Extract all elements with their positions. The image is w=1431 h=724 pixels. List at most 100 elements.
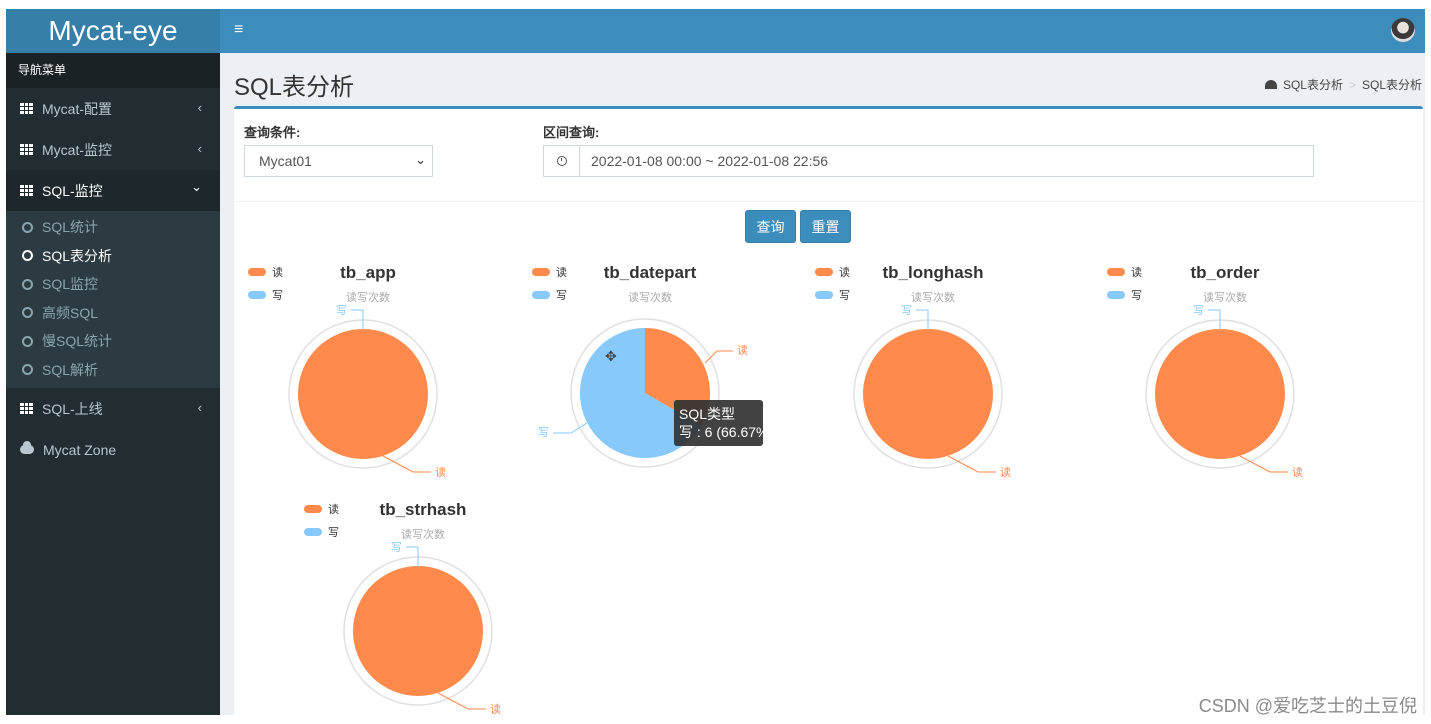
app-window: Mycat-eye 导航菜单 Mycat-配置 ‹ Mycat-监控 ‹ SQL… xyxy=(6,9,1425,715)
range-value: 2022-01-08 00:00 ~ 2022-01-08 22:56 xyxy=(591,153,829,169)
submenu-label: 高频SQL xyxy=(42,304,99,321)
range-label: 区间查询: xyxy=(543,125,600,140)
grid-icon xyxy=(20,144,33,155)
watermark: CSDN @爱吃芝士的土豆倪 xyxy=(1198,696,1417,716)
condition-select[interactable]: Mycat01 ⌄ xyxy=(244,145,433,177)
pie-label-read-line xyxy=(1239,455,1288,473)
chevron-left-icon: ‹ xyxy=(197,100,202,115)
submenu-item-high-freq-sql[interactable]: 高频SQL xyxy=(6,299,220,328)
circle-icon xyxy=(22,278,33,290)
top-navbar: ≡ xyxy=(220,9,1425,53)
submenu-item-sql-monitor[interactable]: SQL监控 xyxy=(6,270,220,299)
legend-swatch xyxy=(304,505,322,513)
grid-icon xyxy=(20,185,33,196)
circle-icon xyxy=(22,221,33,233)
legend-item-read[interactable]: 读 xyxy=(248,264,283,280)
chart-title: tb_app xyxy=(340,263,396,282)
condition-label: 查询条件: xyxy=(244,125,301,140)
pie-chart-tb_longhash[interactable]: 读写 xyxy=(818,284,1038,509)
submenu-label: SQL解析 xyxy=(42,361,99,378)
logo[interactable]: Mycat-eye xyxy=(6,9,220,53)
legend-item-read[interactable]: 读 xyxy=(532,264,567,280)
submenu-sql-monitor: SQL统计 SQL表分析 SQL监控 高频SQL 慢SQL统计 SQL解析 xyxy=(6,211,220,388)
legend-label: 读 xyxy=(328,504,339,516)
dashboard-icon xyxy=(1264,80,1277,89)
legend-label: 读 xyxy=(839,267,850,279)
cloud-icon xyxy=(20,441,34,454)
legend-item-read[interactable]: 读 xyxy=(1107,264,1142,280)
pie-label-read: 读 xyxy=(490,702,501,715)
circle-icon xyxy=(22,307,33,319)
submenu-item-sql-parse[interactable]: SQL解析 xyxy=(6,356,220,385)
menu-item-mycat-zone[interactable]: Mycat Zone xyxy=(6,429,220,470)
reset-button[interactable]: 重置 xyxy=(800,210,851,243)
tooltip-line: 写 : 6 (66.67%) xyxy=(679,424,763,440)
legend-item-read[interactable]: 读 xyxy=(304,501,339,517)
pie-label-write: 写 xyxy=(538,427,549,439)
pie-chart-tb_datepart[interactable]: 读写 xyxy=(535,283,755,508)
chart-title: tb_order xyxy=(1190,263,1260,282)
menu-item-sql-online[interactable]: SQL-上线 ‹ xyxy=(6,388,220,429)
pie-label-read-line xyxy=(382,455,431,473)
breadcrumb: SQL表分析 > SQL表分析 xyxy=(1264,76,1422,93)
legend-swatch xyxy=(1107,268,1125,276)
tooltip-title: SQL类型 xyxy=(679,406,736,422)
chevron-left-icon: ‹ xyxy=(197,400,202,415)
pie-label-read: 读 xyxy=(737,343,748,357)
pie-label-read: 读 xyxy=(435,465,446,479)
pie-chart-tb_order[interactable]: 读写 xyxy=(1110,284,1330,509)
divider xyxy=(234,201,1423,202)
submenu-item-sql-stats[interactable]: SQL统计 xyxy=(6,213,220,242)
user-avatar[interactable] xyxy=(1391,18,1415,42)
grid-icon xyxy=(20,403,33,414)
submenu-item-slow-sql[interactable]: 慢SQL统计 xyxy=(6,327,220,356)
pie-chart-tb_strhash[interactable]: 读写 xyxy=(308,521,528,715)
chart-tooltip: SQL类型 写 : 6 (66.67%) xyxy=(674,400,763,446)
legend-swatch xyxy=(248,268,266,276)
pie-slice-read xyxy=(353,566,483,696)
chart-title: tb_strhash xyxy=(379,500,467,519)
chevron-down-icon: ⌄ xyxy=(191,179,202,194)
select-value: Mycat01 xyxy=(259,153,312,169)
chart-title: tb_longhash xyxy=(882,263,984,282)
grid-icon xyxy=(20,103,33,114)
chevron-down-icon: ⌄ xyxy=(415,152,426,167)
pie-label-read-line xyxy=(437,692,486,710)
page-title: SQL表分析 xyxy=(234,74,355,101)
search-button[interactable]: 查询 xyxy=(745,210,796,243)
submenu-label: 慢SQL统计 xyxy=(42,333,113,350)
breadcrumb-item: SQL表分析 xyxy=(1361,78,1422,92)
legend-swatch xyxy=(815,268,833,276)
menu-item-mycat-monitor[interactable]: Mycat-监控 ‹ xyxy=(6,129,220,170)
submenu-label: SQL表分析 xyxy=(42,247,113,264)
pie-label-read: 读 xyxy=(1292,465,1303,479)
menu-label: Mycat-监控 xyxy=(42,141,112,158)
legend-label: 读 xyxy=(556,267,567,279)
chart-title: tb_datepart xyxy=(603,263,697,282)
date-range-input[interactable]: 2022-01-08 00:00 ~ 2022-01-08 22:56 xyxy=(543,145,1314,177)
breadcrumb-item[interactable]: SQL表分析 xyxy=(1283,76,1343,93)
submenu-item-sql-table-analysis[interactable]: SQL表分析 xyxy=(6,242,220,271)
circle-icon xyxy=(22,364,33,376)
legend-swatch xyxy=(532,268,550,276)
menu-item-mycat-config[interactable]: Mycat-配置 ‹ xyxy=(6,88,220,129)
pie-label-read-line xyxy=(947,455,996,473)
clock-icon xyxy=(556,156,567,166)
pie-slice-read xyxy=(1155,329,1285,459)
menu-label: Mycat Zone xyxy=(43,441,117,458)
pie-slice-read xyxy=(298,329,428,459)
menu-label: SQL-上线 xyxy=(42,400,103,417)
legend-item-read[interactable]: 读 xyxy=(815,264,850,280)
pie-slice-read xyxy=(863,329,993,459)
pie-label-write: 写 xyxy=(391,542,402,554)
chevron-left-icon: ‹ xyxy=(197,141,202,156)
move-cursor-icon: ✥ xyxy=(605,348,617,364)
pie-label-write: 写 xyxy=(336,305,347,317)
pie-chart-tb_app[interactable]: 读写 xyxy=(253,284,473,509)
menu-label: SQL-监控 xyxy=(42,182,103,199)
pie-label-write: 写 xyxy=(1193,305,1204,317)
menu-item-sql-monitor[interactable]: SQL-监控 ⌄ xyxy=(6,170,220,211)
hamburger-menu-icon[interactable]: ≡ xyxy=(234,21,243,39)
pie-label-write: 写 xyxy=(901,305,912,317)
legend-label: 读 xyxy=(272,267,283,279)
